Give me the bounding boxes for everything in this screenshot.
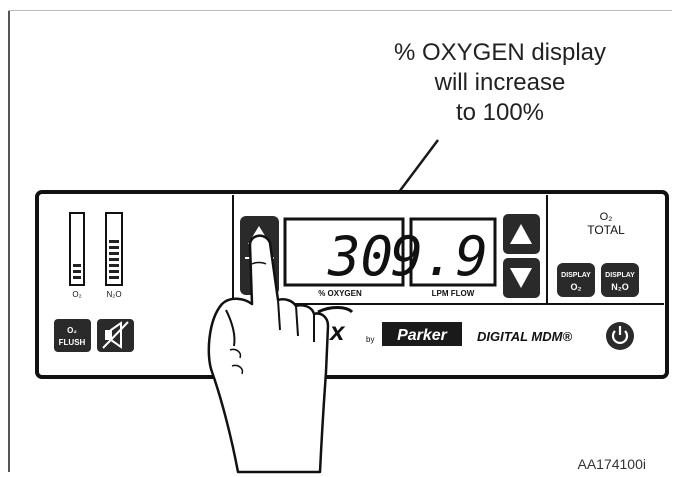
oxygen-display: 30 (283, 217, 405, 288)
mode-label-bottom: TOTAL (587, 223, 625, 237)
display-o2-label-bottom: O₂ (571, 282, 582, 292)
display-n2o-button[interactable]: DISPLAY N₂O (601, 263, 639, 297)
brand-parker: Parker (397, 327, 448, 344)
oxygen-label: % OXYGEN (318, 289, 362, 298)
flow-label: LPM FLOW (432, 289, 475, 298)
flow-down-button[interactable] (503, 258, 540, 298)
brand-model: DIGITAL MDM® (477, 329, 572, 344)
brand-by: by (366, 335, 374, 344)
figure-id: AA174100i (577, 456, 646, 472)
display-o2-label-top: DISPLAY (561, 272, 591, 279)
parker-logo: Parker (382, 322, 462, 346)
alarm-silence-button[interactable] (97, 319, 134, 352)
power-button[interactable] (606, 322, 634, 350)
flow-value: 9.9 (390, 225, 488, 288)
flow-up-button[interactable] (503, 214, 540, 254)
display-o2-button[interactable]: DISPLAY O₂ (557, 263, 595, 297)
flowtube-o2 (69, 212, 85, 286)
flowtube-n2o-label: N₂O (106, 290, 121, 299)
device-illustration: O₂ N₂O O₂ FLUSH 30 % OXYGEN 9.9 LPM FLOW (35, 139, 669, 474)
flowtube-o2-label: O₂ (72, 290, 81, 299)
display-n2o-label-bottom: N₂O (611, 282, 629, 292)
mode-label-top: O₂ (600, 211, 613, 223)
o2-flush-label-bottom: FLUSH (59, 338, 86, 347)
o2-flush-button[interactable]: O₂ FLUSH (54, 319, 91, 352)
display-n2o-label-top: DISPLAY (605, 272, 635, 279)
oxygen-value: 30 (327, 225, 393, 288)
flow-display: 9.9 (390, 217, 497, 288)
svg-text:x: x (328, 316, 346, 346)
o2-flush-label-top: O₂ (67, 326, 77, 335)
flowtube-n2o (105, 212, 123, 286)
